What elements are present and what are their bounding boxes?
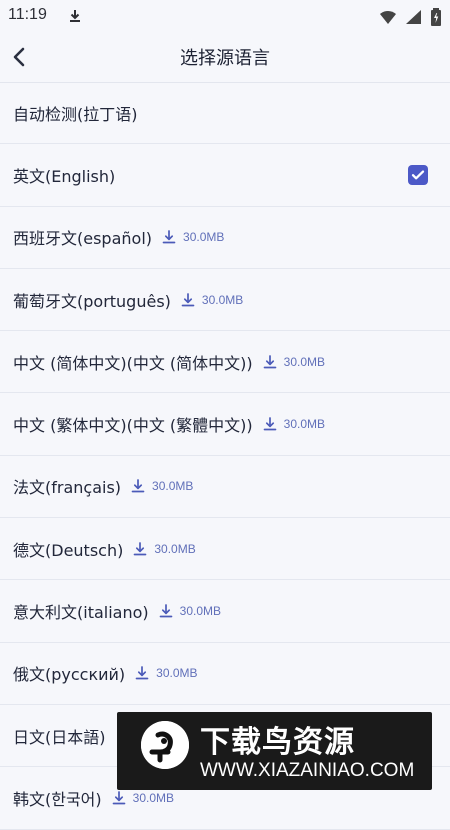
wifi-icon (380, 11, 396, 24)
download-icon (159, 604, 172, 618)
download-size: 30.0MB (283, 417, 325, 432)
language-label: 自动检测(拉丁语) (13, 104, 138, 124)
download-action[interactable]: 30.0MB (132, 541, 196, 557)
download-icon (133, 541, 147, 556)
download-status-icon (70, 10, 80, 22)
download-size: 30.0MB (179, 604, 221, 619)
download-action[interactable]: 30.0MB (111, 790, 174, 806)
selected-checkbox[interactable] (408, 165, 428, 186)
language-label: 韩文(한국어) (13, 789, 102, 809)
download-action[interactable]: 30.0MB (134, 665, 198, 681)
language-row[interactable]: 意大利文(italiano) 30.0MB (0, 580, 450, 643)
download-icon (131, 479, 145, 493)
language-row[interactable]: 俄文(русский) 30.0MB (0, 643, 450, 705)
download-icon (135, 666, 149, 680)
download-size: 30.0MB (283, 354, 325, 369)
page-title: 选择源语言 (180, 48, 270, 69)
language-row[interactable]: 德文(Deutsch) 30.0MB (0, 518, 450, 581)
download-icon (181, 292, 195, 306)
download-size: 30.0MB (132, 790, 175, 805)
download-action[interactable]: 30.0MB (262, 416, 325, 432)
language-row[interactable]: 法文(français) 30.0MB (0, 456, 450, 519)
status-time: 11:19 (8, 6, 47, 23)
download-action[interactable]: 30.0MB (180, 292, 243, 308)
download-size: 30.0MB (183, 230, 225, 245)
signal-icon (406, 10, 421, 24)
language-row[interactable]: 中文 (繁体中文)(中文 (繁體中文)) 30.0MB (0, 393, 450, 456)
language-row[interactable]: 英文(English) (0, 144, 450, 207)
download-action[interactable]: 30.0MB (158, 603, 221, 619)
download-size: 30.0MB (156, 666, 198, 681)
download-action[interactable]: 30.0MB (262, 354, 325, 370)
language-label: 法文(français) (13, 478, 122, 498)
status-right-icons (379, 7, 442, 27)
download-action[interactable]: 30.0MB (161, 229, 224, 245)
language-row[interactable]: 葡萄牙文(português) 30.0MB (0, 269, 450, 332)
check-icon (411, 170, 425, 180)
watermark-url: WWW.XIAZAINIAO.COM (200, 760, 415, 781)
language-row[interactable]: 自动检测(拉丁语) (0, 82, 450, 145)
language-label: 日文(日本語) (13, 727, 106, 747)
status-bar: 11:19 (0, 0, 450, 32)
download-icon (263, 417, 276, 431)
watermark-banner: 下载鸟资源 WWW.XIAZAINIAO.COM (117, 712, 432, 790)
download-size: 30.0MB (154, 541, 196, 556)
download-size: 30.0MB (152, 479, 194, 494)
bird-logo-icon (141, 721, 189, 769)
download-icon (263, 354, 276, 369)
language-label: 葡萄牙文(português) (13, 291, 171, 311)
language-label: 中文 (简体中文)(中文 (简体中文)) (13, 353, 253, 373)
top-app-bar: 选择源语言 (0, 32, 450, 83)
download-size: 30.0MB (201, 292, 244, 307)
download-action[interactable]: 30.0MB (130, 478, 193, 494)
watermark-title: 下载鸟资源 (200, 725, 355, 760)
language-label: 西班牙文(español) (13, 229, 153, 249)
language-label: 英文(English) (13, 166, 116, 186)
language-label: 意大利文(italiano) (13, 603, 149, 623)
language-row[interactable]: 西班牙文(español) 30.0MB (0, 207, 450, 269)
battery-icon (431, 8, 441, 26)
download-icon (162, 230, 176, 244)
language-label: 德文(Deutsch) (13, 540, 124, 560)
language-label: 俄文(русский) (13, 665, 126, 685)
language-row[interactable]: 中文 (简体中文)(中文 (简体中文)) 30.0MB (0, 331, 450, 394)
download-icon (112, 791, 126, 805)
language-label: 中文 (繁体中文)(中文 (繁體中文)) (13, 416, 253, 436)
